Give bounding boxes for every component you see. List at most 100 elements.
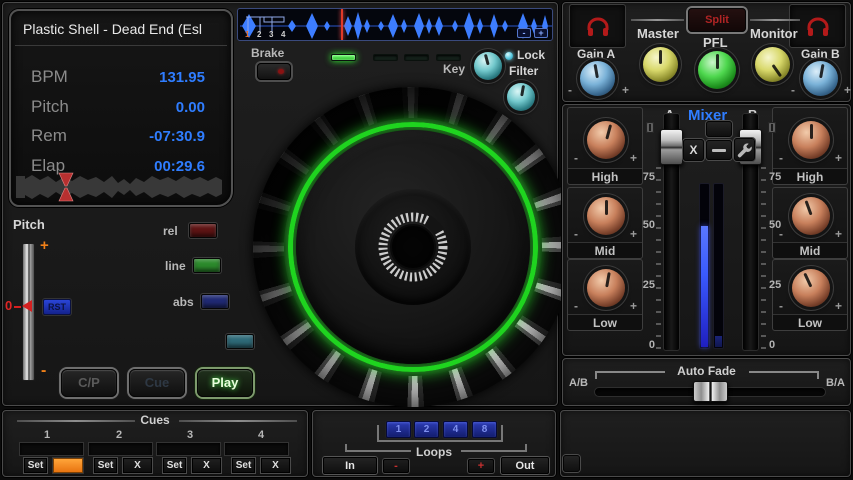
pitch-reset-button[interactable]: RST bbox=[43, 299, 71, 315]
headphone-b-icon bbox=[806, 16, 830, 38]
cue-3-clear-button[interactable]: X bbox=[192, 458, 221, 473]
monitor-knob[interactable] bbox=[755, 47, 790, 82]
wave-zoom-in-button[interactable]: + bbox=[534, 28, 548, 38]
brake-button[interactable] bbox=[257, 63, 291, 80]
cue-marker-3: 3 bbox=[269, 31, 273, 39]
bpm-value: 131.95 bbox=[95, 69, 205, 86]
pfl-knob[interactable] bbox=[698, 51, 736, 89]
beat-led-4 bbox=[436, 54, 461, 61]
loop-grow-button[interactable]: + bbox=[468, 459, 494, 473]
play-button[interactable]: Play bbox=[197, 369, 253, 397]
cues-line-left bbox=[17, 420, 135, 422]
pitch-slider[interactable] bbox=[22, 243, 35, 381]
line-button[interactable] bbox=[193, 258, 221, 273]
crossfader-handle[interactable] bbox=[693, 381, 728, 402]
lock-label[interactable]: Lock bbox=[517, 49, 545, 61]
cue-4-set-button[interactable]: Set bbox=[232, 458, 255, 473]
headphone-a-box[interactable] bbox=[569, 4, 626, 48]
x-button[interactable]: X bbox=[683, 139, 704, 161]
cue-1-active-button[interactable] bbox=[53, 458, 83, 473]
eq-b-mid-plus: + bbox=[835, 228, 842, 240]
rel-button[interactable] bbox=[189, 223, 217, 238]
abs-button[interactable] bbox=[201, 294, 229, 309]
eq-a-low-knob[interactable] bbox=[587, 269, 625, 307]
speaker-a-icon bbox=[646, 122, 654, 133]
playhead-marker bbox=[341, 9, 343, 40]
gain-b-minus: - bbox=[791, 84, 795, 96]
minus-mode-button[interactable] bbox=[706, 140, 732, 160]
scale-b-ticks bbox=[761, 167, 766, 351]
cue-marker-4: 4 bbox=[281, 31, 285, 39]
cue-2-clear-button[interactable]: X bbox=[123, 458, 152, 473]
eq-b-mid-knob[interactable] bbox=[792, 197, 830, 235]
scale-b-50: 50 bbox=[769, 219, 787, 231]
cue-2-display bbox=[88, 442, 153, 456]
extra-mode-button[interactable] bbox=[226, 334, 254, 349]
scale-a-0: 0 bbox=[637, 339, 655, 351]
eq-b-low-knob[interactable] bbox=[792, 269, 830, 307]
pitch-zero-label: 0 bbox=[5, 300, 12, 312]
cue-4-display bbox=[224, 442, 289, 456]
filter-knob[interactable] bbox=[507, 83, 535, 111]
eq-b-low-minus: - bbox=[779, 300, 783, 312]
split-button[interactable]: Split bbox=[688, 8, 746, 32]
eq-a-low-label: Low bbox=[568, 314, 642, 330]
filter-label: Filter bbox=[509, 65, 538, 77]
master-section-panel: Split Master Monitor PFL Gain A Gain B -… bbox=[562, 2, 851, 102]
waveform-strip[interactable]: 1 2 3 4 - + bbox=[237, 8, 553, 41]
vu-meter-b-fill bbox=[715, 336, 722, 347]
cue-play-button[interactable]: C/P bbox=[61, 369, 117, 397]
gain-b-knob[interactable] bbox=[803, 61, 838, 96]
eq-b-low-plus: + bbox=[835, 300, 842, 312]
cue-3-number: 3 bbox=[187, 429, 193, 441]
monitor-label: Monitor bbox=[750, 28, 798, 40]
jog-center-hole bbox=[390, 224, 436, 270]
eq-a-mid-plus: + bbox=[630, 228, 637, 240]
abs-label: abs bbox=[173, 296, 194, 308]
eq-a-low-plus: + bbox=[630, 300, 637, 312]
headphone-a-icon bbox=[586, 16, 610, 38]
cue-1-set-button[interactable]: Set bbox=[24, 458, 47, 473]
track-title: Plastic Shell - Dead End (Esl bbox=[23, 21, 225, 37]
eq-b-low-box: - + Low bbox=[772, 259, 848, 331]
eq-b-mid-label: Mid bbox=[773, 242, 847, 258]
eq-a-high-knob[interactable] bbox=[587, 121, 625, 159]
loop-in-button[interactable]: In bbox=[323, 457, 377, 474]
vu-meter-b bbox=[713, 183, 724, 349]
cue-button[interactable]: Cue bbox=[129, 369, 185, 397]
mixer-panel: - + High - + Mid - + Low - + High - + Mi… bbox=[562, 104, 851, 356]
cue-4-clear-button[interactable]: X bbox=[261, 458, 290, 473]
ab-label: A/B bbox=[569, 377, 588, 389]
master-knob[interactable] bbox=[643, 47, 678, 82]
gain-b-plus: + bbox=[844, 84, 851, 96]
tools-button[interactable] bbox=[734, 138, 755, 161]
channel-a-fader-handle[interactable] bbox=[660, 129, 683, 165]
gain-a-knob[interactable] bbox=[580, 61, 615, 96]
cues-line-right bbox=[179, 420, 297, 422]
loops-panel: 1 2 4 8 Loops In - + Out bbox=[312, 410, 556, 477]
key-knob[interactable] bbox=[474, 52, 502, 80]
blank-button[interactable] bbox=[706, 121, 732, 137]
track-overview-waveform[interactable] bbox=[16, 171, 226, 203]
scale-a-75: 75 bbox=[637, 171, 655, 183]
eq-b-high-knob[interactable] bbox=[792, 121, 830, 159]
wrench-icon bbox=[737, 142, 753, 158]
cue-3-display bbox=[156, 442, 221, 456]
track-info-display: Plastic Shell - Dead End (Esl BPM 131.95… bbox=[9, 9, 233, 207]
loop-shrink-button[interactable]: - bbox=[383, 459, 409, 473]
cue-4-number: 4 bbox=[258, 429, 264, 441]
brake-label: Brake bbox=[251, 47, 284, 59]
pitch-zero-dash bbox=[14, 306, 21, 308]
eq-a-mid-box: - + Mid bbox=[567, 187, 643, 259]
eq-a-mid-knob[interactable] bbox=[587, 197, 625, 235]
lock-led bbox=[505, 52, 513, 60]
pfl-label: PFL bbox=[703, 37, 728, 49]
eq-a-high-label: High bbox=[568, 168, 642, 184]
wave-zoom-out-button[interactable]: - bbox=[517, 28, 531, 38]
autofade-line-left bbox=[595, 371, 665, 379]
cue-2-set-button[interactable]: Set bbox=[94, 458, 117, 473]
spare-small-button[interactable] bbox=[563, 455, 580, 472]
cue-3-set-button[interactable]: Set bbox=[163, 458, 186, 473]
loop-out-button[interactable]: Out bbox=[501, 457, 549, 474]
speaker-b-icon bbox=[768, 122, 776, 133]
